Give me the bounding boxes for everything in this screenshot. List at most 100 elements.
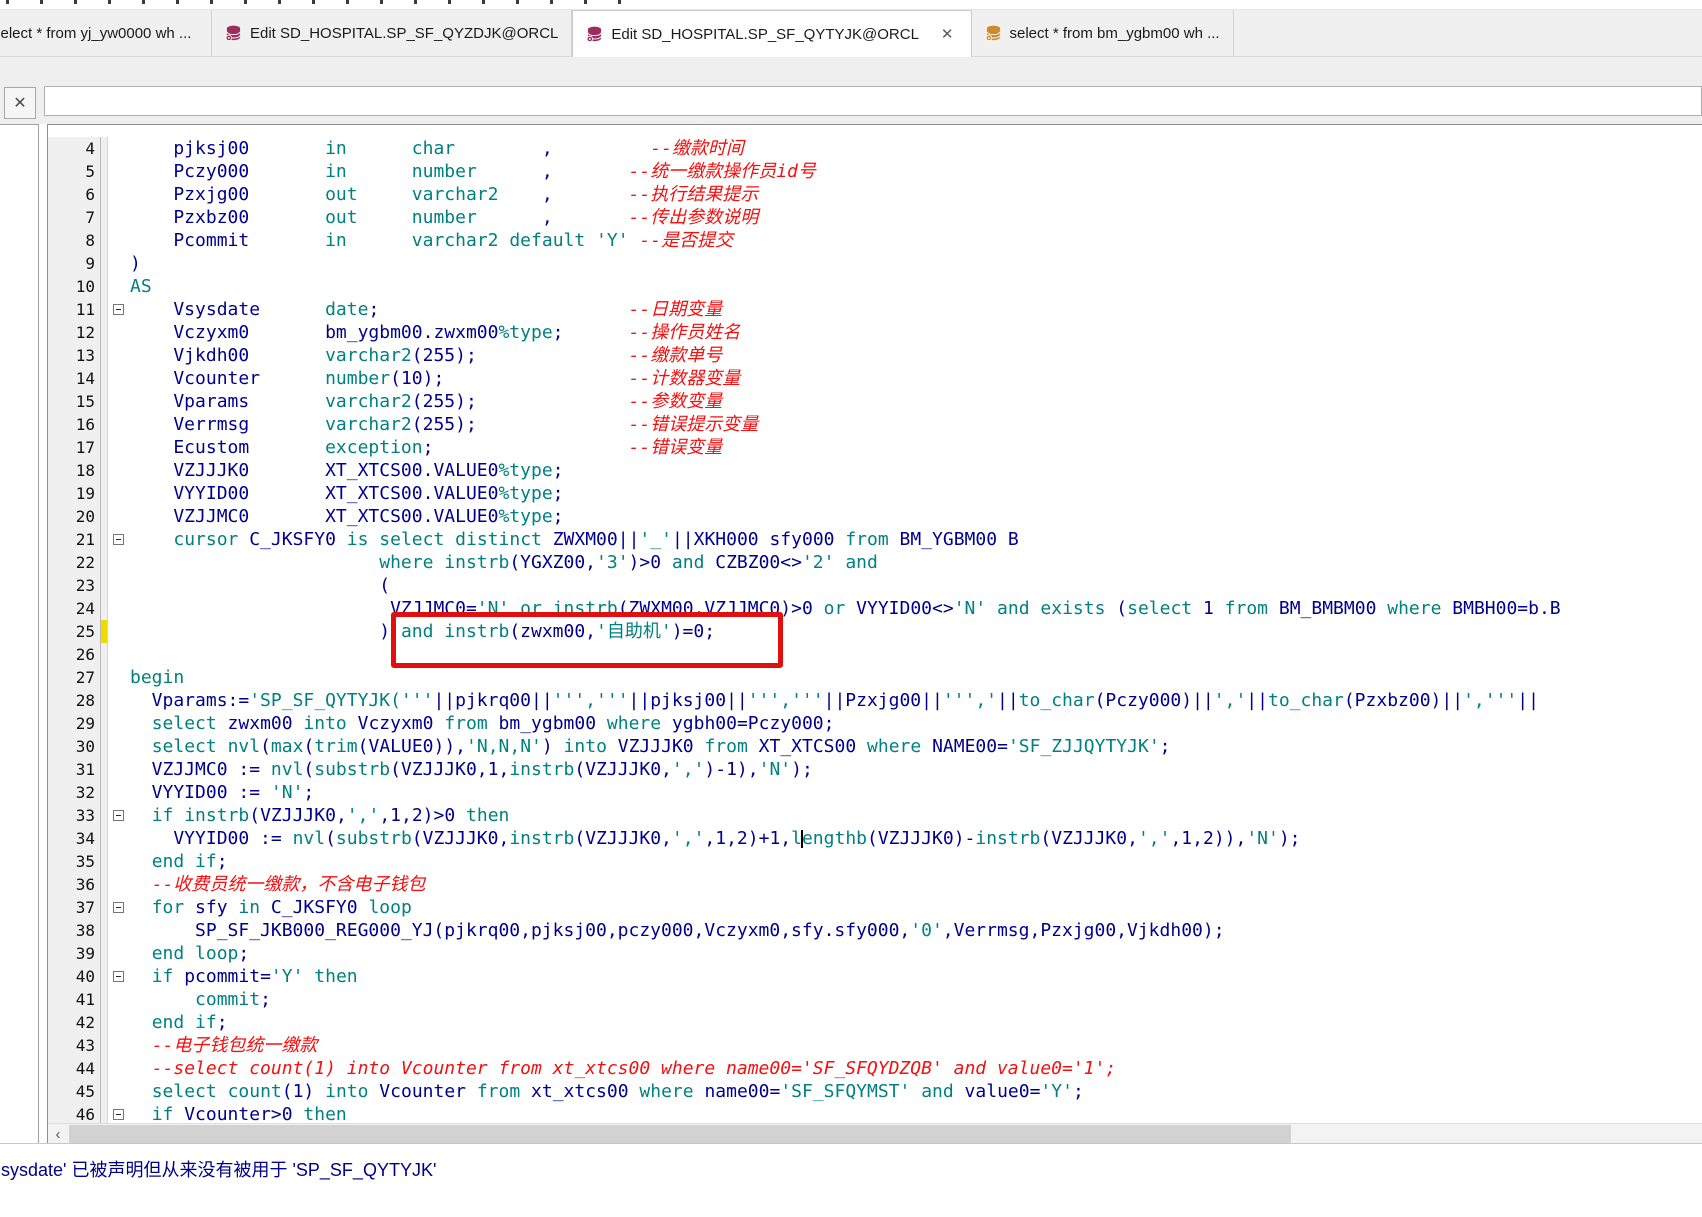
line-number: 31 [48, 758, 100, 781]
left-side-panel [0, 124, 39, 1144]
code-text[interactable]: end loop; [128, 942, 250, 965]
code-text[interactable]: AS [128, 275, 152, 298]
code-text[interactable]: where instrb(YGXZ00,'3')>0 and CZBZ00<>'… [128, 551, 878, 574]
code-text[interactable]: Vcounter number(10); --计数器变量 [128, 367, 740, 390]
code-text[interactable]: Vparams:='SP_SF_QYTYJK('''||pjkrq00||'''… [128, 689, 1539, 712]
code-line-17: 17 Ecustom exception; --错误变量 [48, 436, 1702, 459]
code-text[interactable]: select nvl(max(trim(VALUE0)),'N,N,N') in… [128, 735, 1171, 758]
gutter-bar [100, 275, 107, 298]
line-number: 11 [48, 298, 100, 321]
code-text[interactable]: SP_SF_JKB000_REG000_YJ(pjkrq00,pjksj00,p… [128, 919, 1225, 942]
code-text[interactable]: Pcommit in varchar2 default 'Y' --是否提交 [128, 229, 733, 252]
code-text[interactable]: commit; [128, 988, 271, 1011]
line-number: 4 [48, 137, 100, 160]
line-number: 20 [48, 505, 100, 528]
tab-bar: select * from yj_yw0000 wh ... Edit SD_HO… [0, 10, 1702, 57]
code-lines[interactable]: 4 pjksj00 in char , --缴款时间 5 Pczy000 in n… [48, 125, 1702, 1124]
gutter-bar [100, 1034, 107, 1057]
code-text[interactable]: select count(1) into Vcounter from xt_xt… [128, 1080, 1084, 1103]
tab-2[interactable]: Edit SD_HOSPITAL.SP_SF_QYZDJK@ORCL [212, 10, 573, 56]
code-line-16: 16 Verrmsg varchar2(255); --错误提示变量 [48, 413, 1702, 436]
code-text[interactable]: cursor C_JKSFY0 is select distinct ZWXM0… [128, 528, 1018, 551]
code-text[interactable]: --select count(1) into Vcounter from xt_… [128, 1057, 1117, 1080]
code-text[interactable]: select zwxm00 into Vczyxm0 from bm_ygbm0… [128, 712, 835, 735]
code-text[interactable]: end if; [128, 850, 228, 873]
tab-3[interactable]: Edit SD_HOSPITAL.SP_SF_QYTYJK@ORCL ✕ [572, 10, 972, 57]
code-text[interactable]: if Vcounter>0 then [128, 1103, 347, 1124]
code-text[interactable]: Pzxbz00 out number , --传出参数说明 [128, 206, 758, 229]
fold-collapse-icon[interactable] [112, 1109, 124, 1120]
search-input[interactable] [44, 86, 1702, 116]
code-text[interactable]: ) and instrb(zwxm00,'自助机')=0; [128, 620, 715, 643]
line-number: 16 [48, 413, 100, 436]
tab-label: Edit SD_HOSPITAL.SP_SF_QYTYJK@ORCL [611, 25, 919, 43]
tab-4[interactable]: select * from bm_ygbm00 wh ... [971, 10, 1234, 56]
code-text[interactable]: VZJJMC0 := nvl(substrb(VZJJJK0,1,instrb(… [128, 758, 813, 781]
fold-column [107, 137, 128, 160]
code-text[interactable]: VZJJMC0 XT_XTCS00.VALUE0%type; [128, 505, 563, 528]
code-text[interactable]: VYYID00 XT_XTCS00.VALUE0%type; [128, 482, 563, 505]
code-line-37: 37 for sfy in C_JKSFY0 loop [48, 896, 1702, 919]
fold-column [107, 160, 128, 183]
code-text[interactable]: if pcommit='Y' then [128, 965, 358, 988]
panel-close-button[interactable]: ✕ [4, 87, 36, 119]
code-text[interactable]: VZJJMC0='N' or instrb(ZWXM00,VZJJMC0)>0 … [128, 597, 1561, 620]
code-text[interactable]: Vsysdate date; --日期变量 [128, 298, 722, 321]
line-number: 6 [48, 183, 100, 206]
fold-collapse-icon[interactable] [112, 902, 124, 913]
code-text[interactable]: for sfy in C_JKSFY0 loop [128, 896, 412, 919]
code-text[interactable]: Verrmsg varchar2(255); --错误提示变量 [128, 413, 758, 436]
fold-collapse-icon[interactable] [112, 810, 124, 821]
code-line-10: 10 AS [48, 275, 1702, 298]
code-text[interactable]: Vczyxm0 bm_ygbm00.zwxm00%type; --操作员姓名 [128, 321, 740, 344]
code-text[interactable]: ( [128, 574, 390, 597]
code-text[interactable]: begin [128, 666, 184, 689]
code-line-19: 19 VYYID00 XT_XTCS00.VALUE0%type; [48, 482, 1702, 505]
gutter-bar [100, 528, 107, 551]
fold-collapse-icon[interactable] [112, 534, 124, 545]
fold-column [107, 873, 128, 896]
tab-close-icon[interactable]: ✕ [937, 24, 958, 44]
fold-column [107, 988, 128, 1011]
code-text[interactable]: if instrb(VZJJJK0,',',1,2)>0 then [128, 804, 510, 827]
code-text[interactable]: --电子钱包统一缴款 [128, 1034, 318, 1057]
gutter-bar [100, 758, 107, 781]
code-line-27: 27 begin [48, 666, 1702, 689]
fold-collapse-icon[interactable] [112, 971, 124, 982]
clipped-toolbar [0, 0, 1702, 10]
code-text[interactable]: VYYID00 := nvl(substrb(VZJJJK0,instrb(VZ… [128, 827, 1300, 850]
line-number: 40 [48, 965, 100, 988]
code-editor[interactable]: 4 pjksj00 in char , --缴款时间 5 Pczy000 in n… [47, 124, 1702, 1144]
code-text[interactable]: pjksj00 in char , --缴款时间 [128, 137, 744, 160]
code-text[interactable]: VZJJJK0 XT_XTCS00.VALUE0%type; [128, 459, 563, 482]
gutter-bar [100, 344, 107, 367]
line-number: 10 [48, 275, 100, 298]
database-icon [587, 26, 602, 42]
code-text[interactable]: end if; [128, 1011, 228, 1034]
code-text[interactable]: Vparams varchar2(255); --参数变量 [128, 390, 722, 413]
scroll-left-button[interactable]: ‹ [48, 1124, 68, 1144]
code-text[interactable] [128, 643, 130, 666]
code-text[interactable]: ) [128, 252, 141, 275]
code-line-21: 21 cursor C_JKSFY0 is select distinct ZW… [48, 528, 1702, 551]
code-text[interactable]: VYYID00 := 'N'; [128, 781, 315, 804]
gutter-bar [100, 505, 107, 528]
fold-column [107, 183, 128, 206]
code-text[interactable]: Ecustom exception; --错误变量 [128, 436, 722, 459]
code-text[interactable]: Pzxjg00 out varchar2 , --执行结果提示 [128, 183, 758, 206]
scrollbar-thumb[interactable] [69, 1125, 1291, 1143]
line-number: 17 [48, 436, 100, 459]
code-text[interactable]: Vjkdh00 varchar2(255); --缴款单号 [128, 344, 722, 367]
tab-1[interactable]: select * from yj_yw0000 wh ... [0, 10, 212, 56]
fold-column [107, 459, 128, 482]
fold-column [107, 620, 128, 643]
code-line-18: 18 VZJJJK0 XT_XTCS00.VALUE0%type; [48, 459, 1702, 482]
code-line-20: 20 VZJJMC0 XT_XTCS00.VALUE0%type; [48, 505, 1702, 528]
line-number: 5 [48, 160, 100, 183]
fold-column [107, 758, 128, 781]
fold-collapse-icon[interactable] [112, 304, 124, 315]
code-line-23: 23 ( [48, 574, 1702, 597]
code-text[interactable]: --收费员统一缴款，不含电子钱包 [128, 873, 426, 896]
horizontal-scrollbar[interactable]: ‹ [48, 1123, 1702, 1144]
code-text[interactable]: Pczy000 in number , --统一缴款操作员id号 [128, 160, 816, 183]
